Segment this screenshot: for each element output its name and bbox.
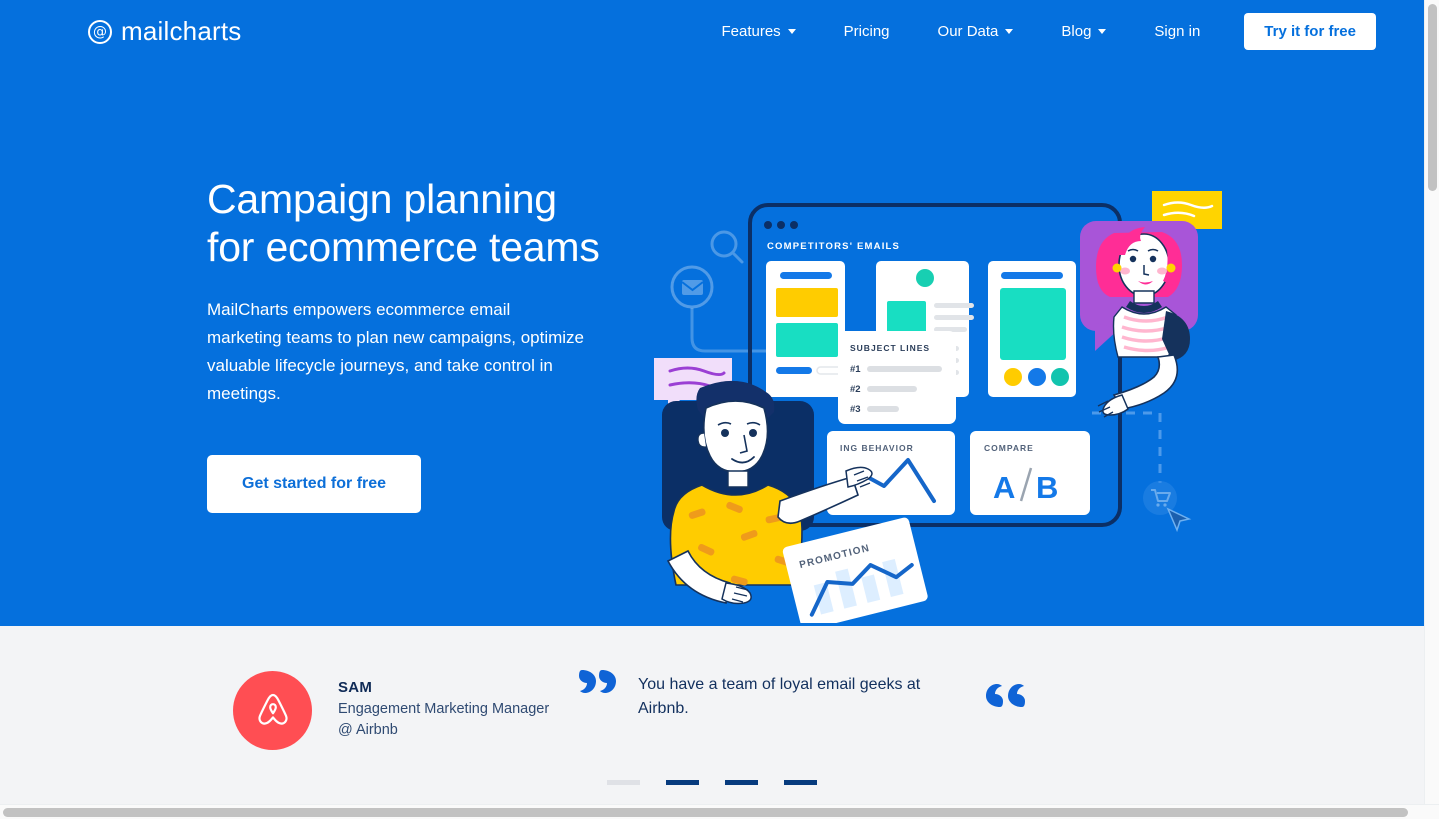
testimonial-quote: You have a team of loyal email geeks at … bbox=[638, 676, 921, 717]
vertical-scrollbar[interactable] bbox=[1424, 0, 1439, 806]
testimonial-name: SAM bbox=[338, 679, 373, 696]
carousel-dot-2[interactable] bbox=[666, 780, 699, 785]
shopping-cart-icon bbox=[1143, 481, 1177, 515]
hero-text-block: Campaign planning for ecommerce teams Ma… bbox=[207, 175, 647, 513]
avatar bbox=[233, 671, 312, 750]
hero-illustration: COMPETITORS' EMAILS SUBJECT LINES #1 #2 … bbox=[640, 183, 1260, 623]
nav-item-sign-in[interactable]: Sign in bbox=[1130, 15, 1224, 48]
at-symbol-icon: @ bbox=[88, 19, 112, 44]
svg-text:COMPARE: COMPARE bbox=[984, 443, 1034, 453]
nav-label-our-data: Our Data bbox=[937, 23, 999, 40]
airbnb-logo-icon bbox=[257, 693, 288, 725]
hero-subtitle: MailCharts empowers ecommerce email mark… bbox=[207, 300, 585, 403]
compare-card: COMPARE A B bbox=[970, 431, 1090, 515]
chevron-down-icon bbox=[787, 29, 796, 34]
svg-text:A: A bbox=[993, 470, 1015, 505]
search-icon bbox=[710, 230, 744, 264]
nav-item-blog[interactable]: Blog bbox=[1037, 15, 1130, 48]
carousel-indicators bbox=[0, 780, 1424, 785]
chevron-down-icon bbox=[1098, 29, 1107, 34]
site-logo[interactable]: @ mailcharts bbox=[88, 16, 241, 47]
svg-text:SUBJECT LINES: SUBJECT LINES bbox=[850, 343, 930, 353]
nav-links: Features Pricing Our Data Blog Sign in T… bbox=[697, 13, 1376, 50]
nav-label-sign-in: Sign in bbox=[1154, 23, 1201, 40]
subject-lines-card: SUBJECT LINES #1 #2 #3 bbox=[838, 331, 956, 424]
envelope-icon bbox=[670, 265, 714, 309]
testimonial-role: Engagement Marketing Manager bbox=[338, 701, 550, 717]
window-label: COMPETITORS' EMAILS bbox=[767, 241, 900, 252]
svg-text:#1: #1 bbox=[850, 364, 861, 375]
get-started-button[interactable]: Get started for free bbox=[207, 455, 422, 513]
svg-text:#2: #2 bbox=[850, 384, 861, 395]
horizontal-scrollbar-thumb[interactable] bbox=[3, 808, 1408, 817]
page-title: Campaign planning for ecommerce teams bbox=[207, 176, 600, 270]
browser-page: @ mailcharts Features Pricing Our Data B… bbox=[0, 0, 1439, 819]
hero-section: Campaign planning for ecommerce teams Ma… bbox=[0, 63, 1424, 626]
svg-text:B: B bbox=[1036, 470, 1058, 505]
testimonial-person: SAM Engagement Marketing Manager @ Airbn… bbox=[338, 679, 549, 741]
logo-text: mailcharts bbox=[121, 16, 242, 46]
person-woman-illustration bbox=[1080, 221, 1198, 418]
top-navbar: @ mailcharts Features Pricing Our Data B… bbox=[0, 0, 1424, 63]
carousel-dot-4[interactable] bbox=[784, 780, 817, 785]
nav-label-pricing: Pricing bbox=[843, 23, 890, 40]
vertical-scrollbar-thumb[interactable] bbox=[1428, 4, 1437, 191]
testimonial-company: @ Airbnb bbox=[338, 722, 398, 738]
carousel-dot-1[interactable] bbox=[607, 780, 640, 785]
chevron-down-icon bbox=[1005, 29, 1014, 34]
try-it-for-free-button[interactable]: Try it for free bbox=[1244, 13, 1376, 50]
cursor-arrow-icon bbox=[1166, 507, 1192, 533]
nav-label-blog: Blog bbox=[1061, 23, 1092, 40]
quote-open-icon bbox=[578, 668, 618, 703]
svg-text:ING BEHAVIOR: ING BEHAVIOR bbox=[840, 443, 914, 453]
quote-close-icon bbox=[984, 678, 1026, 715]
svg-text:#3: #3 bbox=[850, 404, 861, 415]
nav-item-our-data[interactable]: Our Data bbox=[914, 15, 1038, 48]
carousel-dot-3[interactable] bbox=[725, 780, 758, 785]
nav-label-features: Features bbox=[721, 23, 781, 40]
promotion-card: PROMOTION bbox=[782, 517, 928, 623]
nav-item-pricing[interactable]: Pricing bbox=[820, 15, 914, 48]
horizontal-scrollbar[interactable] bbox=[0, 804, 1439, 819]
nav-item-features[interactable]: Features bbox=[697, 15, 819, 48]
page-viewport: @ mailcharts Features Pricing Our Data B… bbox=[0, 0, 1424, 804]
